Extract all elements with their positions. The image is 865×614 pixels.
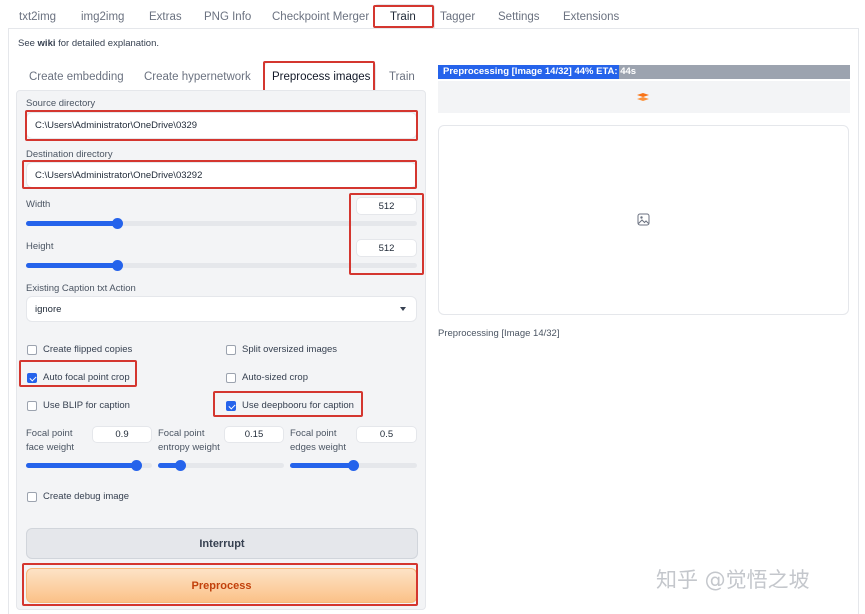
caption-action-label: Existing Caption txt Action: [26, 283, 136, 294]
focal-edges-label-line1: Focal point: [290, 428, 337, 439]
tab-png-info[interactable]: PNG Info: [204, 11, 251, 23]
loading-icon: [635, 92, 651, 102]
focal-edges-slider-fill: [290, 463, 354, 468]
notice-suffix: for detailed explanation.: [55, 38, 160, 49]
use-blip-checkbox[interactable]: [27, 401, 37, 411]
destination-directory-label: Destination directory: [26, 149, 113, 160]
progress-bar: Preprocessing [Image 14/32] 44% ETA: 44s: [438, 65, 850, 79]
wiki-link[interactable]: wiki: [38, 38, 56, 49]
wiki-notice: See wiki for detailed explanation.: [18, 38, 159, 49]
caption-action-value: ignore: [35, 303, 62, 315]
tab-extensions[interactable]: Extensions: [563, 11, 619, 23]
auto-sized-checkbox[interactable]: [226, 373, 236, 383]
focal-entropy-label-line1: Focal point: [158, 428, 205, 439]
highlight-source-directory: [25, 110, 418, 141]
focal-face-input[interactable]: 0.9: [92, 426, 152, 443]
highlight-train-tab: [373, 5, 434, 28]
highlight-destination-directory: [22, 160, 417, 189]
watermark-text: 知乎 @觉悟之坡: [656, 568, 810, 592]
status-text: Preprocessing [Image 14/32]: [438, 328, 560, 339]
tab-extras[interactable]: Extras: [149, 11, 182, 23]
caption-action-select[interactable]: ignore: [26, 296, 417, 322]
focal-entropy-input[interactable]: 0.15: [224, 426, 284, 443]
tab-checkpoint-merger[interactable]: Checkpoint Merger: [272, 11, 369, 23]
focal-face-slider-fill: [26, 463, 139, 468]
focal-edges-slider[interactable]: [290, 460, 417, 471]
debug-image-label: Create debug image: [43, 491, 130, 502]
focal-face-label-line1: Focal point: [26, 428, 73, 439]
debug-image-checkbox[interactable]: [27, 492, 37, 502]
source-directory-label: Source directory: [26, 98, 96, 109]
focal-face-slider[interactable]: [26, 460, 152, 471]
highlight-dimensions: [349, 193, 424, 275]
width-slider-thumb[interactable]: [112, 218, 123, 229]
create-flipped-checkbox[interactable]: [27, 345, 37, 355]
height-label: Height: [26, 241, 54, 252]
tab-create-embedding[interactable]: Create embedding: [29, 71, 124, 83]
tab-img2img[interactable]: img2img: [81, 11, 124, 23]
focal-edges-label-line2: edges weight: [290, 442, 346, 453]
focal-face-slider-thumb[interactable]: [131, 460, 142, 471]
create-flipped-label: Create flipped copies: [43, 344, 133, 355]
focal-edges-input[interactable]: 0.5: [356, 426, 417, 443]
use-blip-label: Use BLIP for caption: [43, 400, 130, 411]
focal-edges-label: Focal point edges weight: [290, 427, 346, 455]
focal-entropy-label-line2: entropy weight: [158, 442, 220, 453]
highlight-preprocess-button: [22, 563, 418, 606]
tab-settings[interactable]: Settings: [498, 11, 540, 23]
focal-face-label: Focal point face weight: [26, 427, 74, 455]
height-slider-thumb[interactable]: [112, 260, 123, 271]
chevron-down-icon[interactable]: [400, 307, 406, 311]
tab-create-hypernetwork[interactable]: Create hypernetwork: [144, 71, 251, 83]
highlight-deepbooru: [213, 391, 363, 417]
progress-text: Preprocessing [Image 14/32] 44% ETA: 44s: [443, 66, 637, 77]
split-oversized-checkbox[interactable]: [226, 345, 236, 355]
interrupt-button[interactable]: Interrupt: [26, 528, 418, 559]
notice-prefix: See: [18, 38, 38, 49]
tab-txt2img[interactable]: txt2img: [19, 11, 56, 23]
image-placeholder-icon: [637, 213, 650, 226]
focal-entropy-label: Focal point entropy weight: [158, 427, 220, 455]
tab-tagger[interactable]: Tagger: [440, 11, 475, 23]
highlight-auto-focal: [19, 360, 137, 387]
split-oversized-label: Split oversized images: [242, 344, 338, 355]
height-slider-fill: [26, 263, 117, 268]
focal-entropy-slider[interactable]: [158, 460, 284, 471]
auto-sized-label: Auto-sized crop: [242, 372, 309, 383]
focal-entropy-slider-thumb[interactable]: [175, 460, 186, 471]
width-label: Width: [26, 199, 51, 210]
width-slider-fill: [26, 221, 117, 226]
focal-edges-slider-thumb[interactable]: [348, 460, 359, 471]
tab-train-sub[interactable]: Train: [389, 71, 415, 83]
highlight-preprocess-tab: [263, 61, 375, 92]
focal-face-label-line2: face weight: [26, 442, 75, 453]
